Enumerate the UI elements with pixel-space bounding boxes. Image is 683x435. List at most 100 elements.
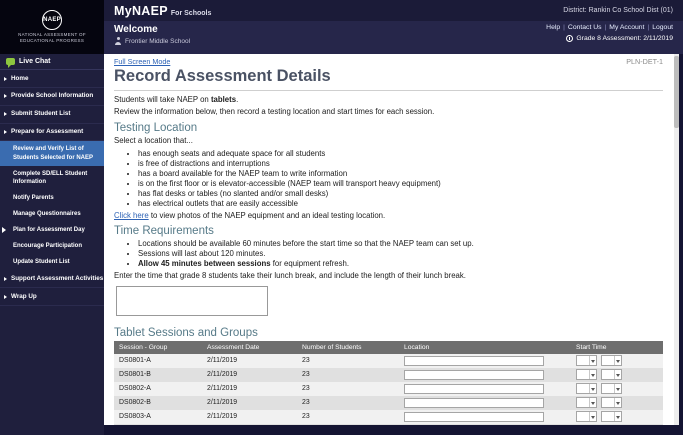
- sidebar-item-prepare-for-assessment[interactable]: Prepare for Assessment: [0, 124, 104, 142]
- time-requirements-bullets: Locations should be available 60 minutes…: [114, 239, 663, 269]
- sidebar-subitem-label: Update Student List: [13, 259, 70, 265]
- start-time-hour-select-5[interactable]: [576, 411, 597, 422]
- number-of-students-cell: 23: [297, 354, 399, 368]
- session-row: DS0802-B 2/11/2019 23: [114, 396, 663, 410]
- sidebar-subitem-notify-parents[interactable]: Notify Parents: [0, 190, 104, 206]
- start-time-minute-select-5[interactable]: [601, 411, 622, 422]
- number-of-students-cell: 23: [297, 396, 399, 410]
- sidebar-item-wrap-up[interactable]: Wrap Up: [0, 288, 104, 306]
- naep-seal-text: NAEP: [43, 17, 61, 23]
- welcome-block: Welcome Frontier Middle School: [114, 24, 190, 54]
- main-content: Full Screen Mode PLN-DET-1 Record Assess…: [104, 54, 679, 425]
- sidebar-item-provide-school-information[interactable]: Provide School Information: [0, 88, 104, 106]
- bullet-text: Sessions will last about 120 minutes.: [138, 249, 265, 258]
- start-time-minute-select-2[interactable]: [601, 369, 622, 380]
- bullet-item: has flat desks or tables (no slanted and…: [138, 189, 663, 199]
- session-group-cell: DS0801-B: [114, 368, 202, 382]
- bullet-item: has electrical outlets that are easily a…: [138, 199, 663, 209]
- logout-link[interactable]: Logout: [644, 24, 673, 31]
- sidebar-item-label: Prepare for Assessment: [11, 128, 83, 135]
- sidebar-subitem-label: Review and Verify List of Students Selec…: [13, 146, 93, 160]
- number-of-students-cell: 23: [297, 368, 399, 382]
- brand-title: MyNAEP: [114, 4, 168, 18]
- help-link[interactable]: Help: [546, 24, 560, 31]
- my-account-link[interactable]: My Account: [602, 24, 645, 31]
- session-row: DS0802-A 2/11/2019 23: [114, 382, 663, 396]
- sidebar-item-label: Provide School Information: [11, 92, 93, 99]
- sidebar-subitem-complete-sd-ell-information[interactable]: Complete SD/ELL Student Information: [0, 166, 104, 190]
- location-input-3[interactable]: [404, 384, 544, 394]
- scrollbar[interactable]: [674, 54, 679, 425]
- assessment-info: Grade 8 Assessment: 2/11/2019: [576, 35, 673, 42]
- location-input-4[interactable]: [404, 398, 544, 408]
- chat-bubble-icon: [6, 58, 15, 65]
- column-header-number-of-students: Number of Students: [297, 341, 399, 354]
- bullet-bold: Allow 45 minutes between sessions: [138, 259, 271, 268]
- current-page-marker-icon: [2, 227, 6, 233]
- intro-suffix: .: [236, 95, 238, 104]
- column-header-session-group: Session - Group: [114, 341, 202, 354]
- assessment-date-cell: 2/11/2019: [202, 396, 297, 410]
- assessment-date-cell: 2/11/2019: [202, 382, 297, 396]
- click-here-link[interactable]: Click here: [114, 211, 149, 220]
- live-chat-label: Live Chat: [19, 58, 51, 65]
- lunch-prompt: Enter the time that grade 8 students tak…: [114, 271, 663, 281]
- header-right: HelpContact UsMy AccountLogout Grade 8 A…: [546, 24, 673, 54]
- bullet-text: Locations should be available 60 minutes…: [138, 239, 474, 248]
- person-icon: [114, 37, 122, 45]
- intro-prefix: Students will take NAEP on: [114, 95, 211, 104]
- select-location-text: Select a location that...: [114, 136, 663, 146]
- bullet-item: has enough seats and adequate space for …: [138, 149, 663, 159]
- session-row: DS0801-B 2/11/2019 23: [114, 368, 663, 382]
- location-input-5[interactable]: [404, 412, 544, 422]
- scrollbar-thumb[interactable]: [674, 56, 679, 128]
- location-input-2[interactable]: [404, 370, 544, 380]
- bullet-item: Locations should be available 60 minutes…: [138, 239, 663, 249]
- sidebar: Live Chat Home Provide School Informatio…: [0, 54, 104, 435]
- sidebar-subitem-review-and-verify-list[interactable]: Review and Verify List of Students Selec…: [0, 141, 104, 165]
- time-requirements-heading: Time Requirements: [114, 225, 663, 237]
- sidebar-subitem-label: Complete SD/ELL Student Information: [13, 171, 87, 185]
- myneap-page: NAEP NATIONAL ASSESSMENT OF EDUCATIONAL …: [0, 0, 683, 435]
- header: MyNAEPFor Schools District: Rankin Co Sc…: [104, 0, 683, 54]
- header-links: HelpContact UsMy AccountLogout: [546, 24, 673, 31]
- triangle-right-icon: [4, 112, 7, 116]
- page-title: Record Assessment Details: [114, 66, 663, 91]
- start-time-minute-select-1[interactable]: [601, 355, 622, 366]
- sidebar-item-support-assessment-activities[interactable]: Support Assessment Activities: [0, 270, 104, 288]
- start-time-minute-select-4[interactable]: [601, 397, 622, 408]
- column-header-assessment-date: Assessment Date: [202, 341, 297, 354]
- contact-us-link[interactable]: Contact Us: [560, 24, 601, 31]
- sidebar-subitem-encourage-participation[interactable]: Encourage Participation: [0, 238, 104, 254]
- lunch-break-textarea[interactable]: [116, 286, 268, 316]
- start-time-hour-select-2[interactable]: [576, 369, 597, 380]
- location-input-1[interactable]: [404, 356, 544, 366]
- bullet-item: is free of distractions and interruption…: [138, 159, 663, 169]
- start-time-hour-select-4[interactable]: [576, 397, 597, 408]
- assessment-date-cell: 2/11/2019: [202, 368, 297, 382]
- sidebar-subitem-update-student-list[interactable]: Update Student List: [0, 254, 104, 270]
- sidebar-item-label: Home: [11, 75, 29, 82]
- start-time-minute-select-3[interactable]: [601, 383, 622, 394]
- live-chat-button[interactable]: Live Chat: [0, 54, 104, 70]
- content-topline: Full Screen Mode PLN-DET-1: [114, 57, 663, 66]
- photos-line: Click here to view photos of the NAEP eq…: [114, 211, 663, 221]
- sidebar-subitem-plan-for-assessment-day[interactable]: Plan for Assessment Day: [0, 222, 104, 238]
- full-screen-mode-link[interactable]: Full Screen Mode: [114, 57, 170, 66]
- bullet-item: is on the first floor or is elevator-acc…: [138, 179, 663, 189]
- sidebar-item-home[interactable]: Home: [0, 70, 104, 88]
- brand: MyNAEPFor Schools: [114, 2, 211, 20]
- header-brand-bar: MyNAEPFor Schools District: Rankin Co Sc…: [104, 0, 683, 21]
- intro-line-2: Review the information below, then recor…: [114, 107, 663, 117]
- assessment-date-cell: 2/11/2019: [202, 424, 297, 425]
- sidebar-item-submit-student-list[interactable]: Submit Student List: [0, 106, 104, 124]
- session-row: DS0803-B 2/11/2019 23: [114, 424, 663, 425]
- start-time-hour-select-3[interactable]: [576, 383, 597, 394]
- start-time-hour-select-1[interactable]: [576, 355, 597, 366]
- naep-logo-tagline: NATIONAL ASSESSMENT OF EDUCATIONAL PROGR…: [13, 32, 91, 44]
- number-of-students-cell: 23: [297, 382, 399, 396]
- triangle-right-icon: [4, 277, 7, 281]
- triangle-right-icon: [4, 130, 7, 134]
- assessment-date-cell: 2/11/2019: [202, 410, 297, 424]
- sidebar-subitem-manage-questionnaires[interactable]: Manage Questionnaires: [0, 206, 104, 222]
